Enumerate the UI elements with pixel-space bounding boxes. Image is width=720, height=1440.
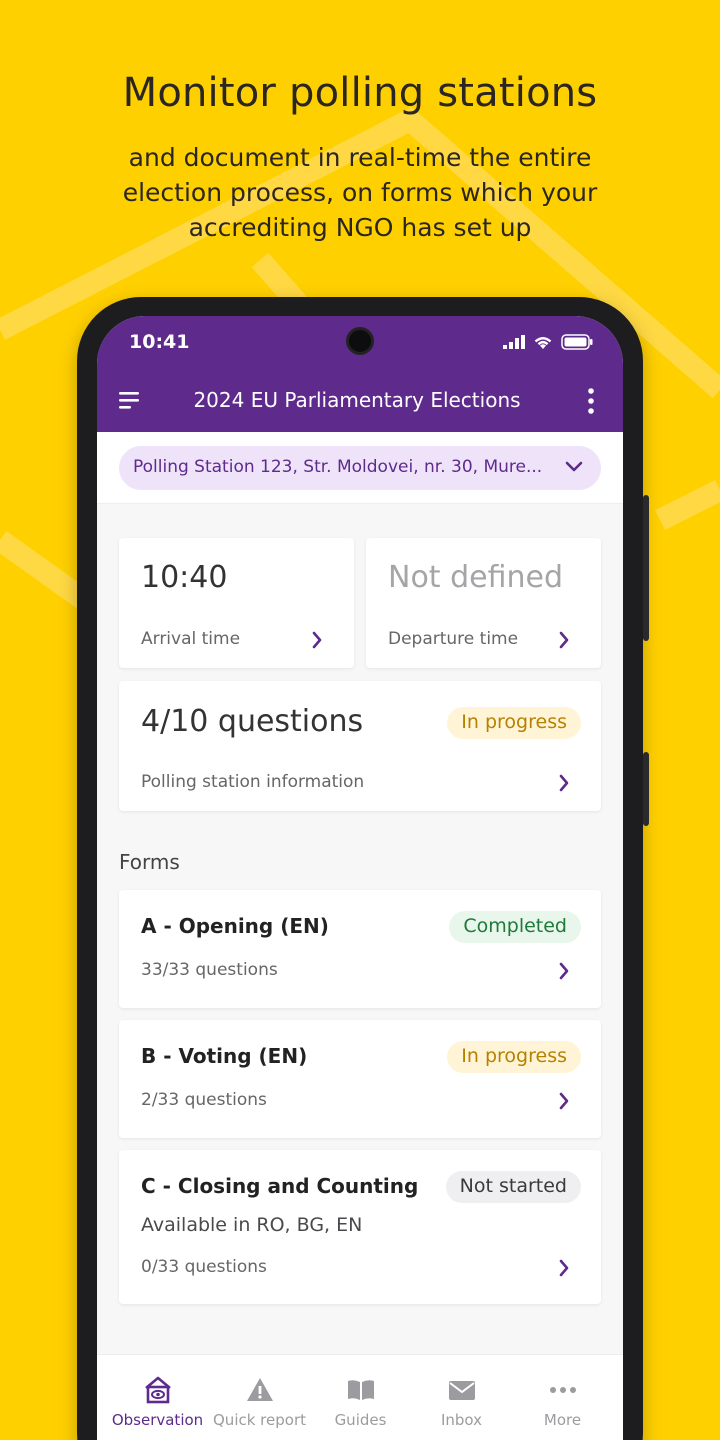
nav-item-inbox[interactable]: Inbox bbox=[409, 1355, 514, 1440]
polling-station-label: Polling Station 123, Str. Moldovei, nr. … bbox=[133, 457, 543, 477]
nav-label: Inbox bbox=[440, 1411, 483, 1429]
forms-section-title: Forms bbox=[119, 850, 180, 874]
station-info-card[interactable]: 4/10 questions In progress Polling stati… bbox=[119, 681, 601, 811]
nav-item-quick-report[interactable]: Quick report bbox=[207, 1355, 312, 1440]
more-vertical-icon[interactable] bbox=[587, 388, 595, 414]
chevron-right-icon bbox=[312, 631, 322, 649]
departure-time-label: Departure time bbox=[388, 629, 519, 649]
departure-time-value: Not defined bbox=[388, 560, 564, 595]
arrival-time-card[interactable]: 10:40 Arrival time bbox=[119, 538, 354, 668]
status-badge: In progress bbox=[447, 707, 581, 739]
polling-station-selector[interactable]: Polling Station 123, Str. Moldovei, nr. … bbox=[119, 446, 601, 490]
battery-icon bbox=[561, 334, 593, 350]
form-card-closing[interactable]: C - Closing and Counting Not started Ava… bbox=[119, 1150, 601, 1304]
menu-icon[interactable] bbox=[119, 390, 141, 410]
observation-icon bbox=[145, 1376, 171, 1404]
mail-icon bbox=[449, 1381, 475, 1400]
station-info-label: Polling station information bbox=[141, 772, 365, 792]
status-icons bbox=[503, 334, 593, 350]
departure-time-card[interactable]: Not defined Departure time bbox=[366, 538, 601, 668]
wifi-icon bbox=[534, 336, 552, 349]
app-title: 2024 EU Parliamentary Elections bbox=[193, 388, 521, 412]
nav-label: Guides bbox=[334, 1411, 387, 1429]
station-info-progress: 4/10 questions bbox=[141, 704, 364, 739]
chevron-down-icon bbox=[565, 461, 583, 472]
book-icon bbox=[348, 1380, 374, 1400]
arrival-time-value: 10:40 bbox=[141, 560, 228, 595]
status-badge: Not started bbox=[445, 1171, 581, 1203]
form-card-opening[interactable]: A - Opening (EN) Completed 33/33 questio… bbox=[119, 890, 601, 1008]
form-questions: 0/33 questions bbox=[141, 1257, 267, 1277]
nav-label: Quick report bbox=[213, 1411, 306, 1429]
polling-station-bar: Polling Station 123, Str. Moldovei, nr. … bbox=[97, 432, 623, 504]
nav-label: More bbox=[543, 1411, 582, 1429]
nav-item-observation[interactable]: Observation bbox=[105, 1355, 210, 1440]
chevron-right-icon bbox=[559, 774, 569, 792]
form-title: B - Voting (EN) bbox=[141, 1044, 308, 1068]
nav-label: Observation bbox=[111, 1411, 204, 1429]
bottom-navigation: Observation Quick report Guides Inbox Mo… bbox=[97, 1354, 623, 1440]
signal-icon bbox=[503, 335, 525, 349]
form-availability: Available in RO, BG, EN bbox=[141, 1214, 363, 1236]
chevron-right-icon bbox=[559, 1259, 569, 1277]
arrival-time-label: Arrival time bbox=[141, 629, 241, 649]
chevron-right-icon bbox=[559, 631, 569, 649]
dots-icon bbox=[550, 1387, 576, 1393]
nav-item-guides[interactable]: Guides bbox=[308, 1355, 413, 1440]
form-title: A - Opening (EN) bbox=[141, 914, 329, 938]
nav-item-more[interactable]: More bbox=[510, 1355, 615, 1440]
status-badge: Completed bbox=[449, 911, 581, 943]
form-title: C - Closing and Counting bbox=[141, 1174, 419, 1198]
page-headline: Monitor polling stations bbox=[122, 70, 598, 116]
page-subtitle: and document in real-time the entire ele… bbox=[122, 143, 598, 242]
phone-volume-button bbox=[643, 752, 649, 826]
form-questions: 2/33 questions bbox=[141, 1090, 267, 1110]
warning-icon bbox=[247, 1378, 273, 1401]
form-questions: 33/33 questions bbox=[141, 960, 278, 980]
status-badge: In progress bbox=[447, 1041, 581, 1073]
chevron-right-icon bbox=[559, 962, 569, 980]
phone-screen: 10:41 2024 EU Parliamentary Elections Po… bbox=[97, 316, 623, 1440]
status-time: 10:41 bbox=[129, 331, 190, 353]
phone-power-button bbox=[643, 495, 649, 641]
chevron-right-icon bbox=[559, 1092, 569, 1110]
form-card-voting[interactable]: B - Voting (EN) In progress 2/33 questio… bbox=[119, 1020, 601, 1138]
app-bar: 10:41 2024 EU Parliamentary Elections bbox=[97, 316, 623, 432]
camera-cutout bbox=[346, 327, 374, 355]
